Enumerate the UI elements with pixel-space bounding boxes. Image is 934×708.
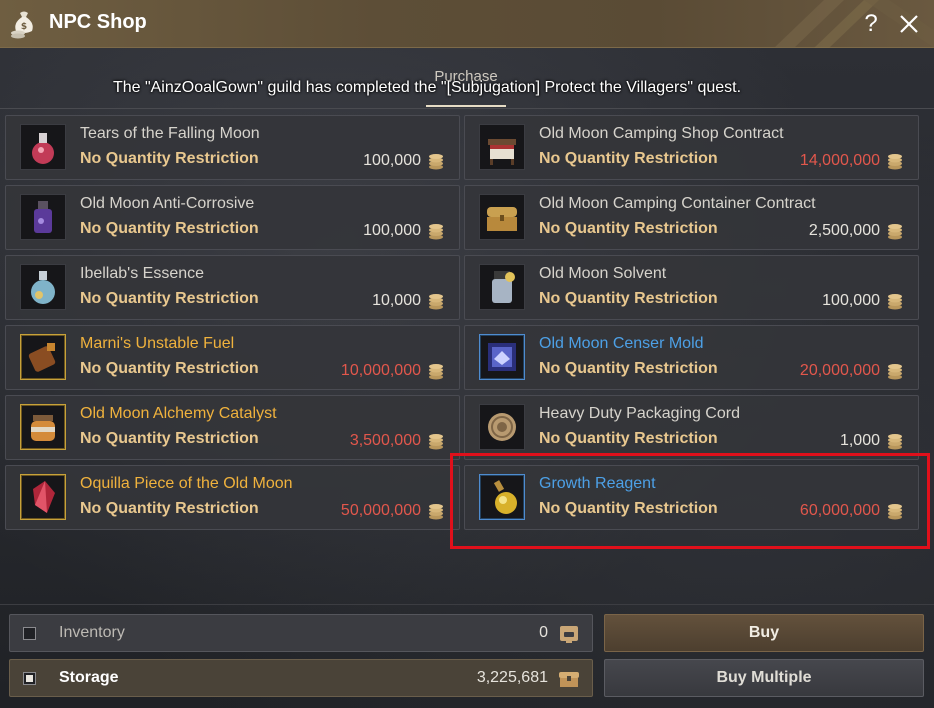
item-price: 2,500,000 [808,222,880,239]
item-name: Ibellab's Essence [80,265,205,282]
shop-stall-icon [479,124,525,170]
item-price: 60,000,000 [799,502,880,519]
inventory-checkbox[interactable] [23,627,36,640]
inventory-amount: 0 [539,624,548,641]
item-price: 3,500,000 [349,432,421,449]
item-card[interactable]: Old Moon Alchemy Catalyst No Quantity Res… [5,395,460,460]
item-price: 10,000 [372,292,421,309]
item-name: Marni's Unstable Fuel [80,335,235,352]
item-name: Old Moon Alchemy Catalyst [80,405,277,422]
item-card[interactable]: Old Moon Camping Shop Contract No Quantit… [464,115,919,180]
storage-amount: 3,225,681 [476,669,548,686]
item-name: Tears of the Falling Moon [80,125,260,142]
help-button[interactable]: ? [860,10,882,38]
item-restriction: No Quantity Restriction [539,360,718,377]
catalyst-jar-icon [20,404,66,450]
inventory-icon [560,626,578,643]
item-card[interactable]: Old Moon Censer Mold No Quantity Restrict… [464,325,919,390]
reagent-flask-icon [479,474,525,520]
item-card[interactable]: Old Moon Solvent No Quantity Restriction 1… [464,255,919,320]
item-card[interactable]: Ibellab's Essence No Quantity Restriction… [5,255,460,320]
item-card[interactable]: Oquilla Piece of the Old Moon No Quantity… [5,465,460,530]
item-card[interactable]: Tears of the Falling Moon No Quantity Res… [5,115,460,180]
item-restriction: No Quantity Restriction [539,290,718,307]
red-crystal-icon [20,474,66,520]
essence-flask-icon [20,264,66,310]
item-name: Oquilla Piece of the Old Moon [80,475,293,492]
storage-payment-option[interactable]: Storage 3,225,681 [9,659,593,697]
storage-chest-icon [559,672,579,687]
window-title: NPC Shop [49,11,147,33]
item-price: 14,000,000 [799,152,880,169]
inventory-label: Inventory [59,624,125,641]
item-name: Old Moon Solvent [539,265,667,282]
silver-coin-icon [887,223,903,240]
treasure-chest-icon [479,194,525,240]
potion-flask-icon [20,124,66,170]
purple-bottle-icon [20,194,66,240]
item-restriction: No Quantity Restriction [539,430,718,447]
silver-coin-icon [428,503,444,520]
item-card[interactable]: Old Moon Anti-Corrosive No Quantity Restr… [5,185,460,250]
item-name: Growth Reagent [539,475,656,492]
item-price: 100,000 [363,222,421,239]
buy-multiple-button[interactable]: Buy Multiple [604,659,924,697]
item-restriction: No Quantity Restriction [539,220,718,237]
fuel-canister-icon [20,334,66,380]
item-card[interactable]: Growth Reagent No Quantity Restriction 60,… [464,465,919,530]
silver-coin-icon [428,433,444,450]
item-restriction: No Quantity Restriction [80,500,259,517]
tab-active-indicator [426,105,506,107]
item-restriction: No Quantity Restriction [80,150,259,167]
divider [0,604,934,605]
item-name: Old Moon Censer Mold [539,335,704,352]
divider [0,108,934,109]
svg-text:$: $ [21,22,27,32]
item-price: 20,000,000 [799,362,880,379]
item-name: Old Moon Camping Container Contract [539,195,816,212]
silver-coin-icon [887,153,903,170]
item-name: Old Moon Camping Shop Contract [539,125,784,142]
rope-coil-icon [479,404,525,450]
censer-mold-icon [479,334,525,380]
item-restriction: No Quantity Restriction [539,150,718,167]
item-price: 100,000 [363,152,421,169]
silver-coin-icon [428,293,444,310]
inventory-payment-option[interactable]: Inventory 0 [9,614,593,652]
item-name: Heavy Duty Packaging Cord [539,405,740,422]
money-bag-icon: $ [11,11,33,39]
item-price: 10,000,000 [340,362,421,379]
silver-coin-icon [887,433,903,450]
buy-button[interactable]: Buy [604,614,924,652]
item-card[interactable]: Heavy Duty Packaging Cord No Quantity Res… [464,395,919,460]
window-title-bar: $ NPC Shop ? [0,0,934,48]
item-restriction: No Quantity Restriction [80,360,259,377]
item-card[interactable]: Old Moon Camping Container Contract No Qu… [464,185,919,250]
item-restriction: No Quantity Restriction [80,430,259,447]
silver-coin-icon [428,363,444,380]
close-icon[interactable] [896,10,922,38]
silver-coin-icon [887,363,903,380]
silver-coin-icon [428,223,444,240]
storage-checkbox[interactable] [23,672,36,685]
item-price: 100,000 [822,292,880,309]
item-restriction: No Quantity Restriction [80,220,259,237]
item-restriction: No Quantity Restriction [80,290,259,307]
silver-coin-icon [428,153,444,170]
item-restriction: No Quantity Restriction [539,500,718,517]
guild-quest-notice: The "AinzOoalGown" guild has completed t… [112,79,742,96]
storage-label: Storage [59,669,119,686]
item-price: 1,000 [839,432,880,449]
silver-coin-icon [887,293,903,310]
solvent-jar-icon [479,264,525,310]
item-name: Old Moon Anti-Corrosive [80,195,255,212]
item-price: 50,000,000 [340,502,421,519]
silver-coin-icon [887,503,903,520]
item-card[interactable]: Marni's Unstable Fuel No Quantity Restric… [5,325,460,390]
